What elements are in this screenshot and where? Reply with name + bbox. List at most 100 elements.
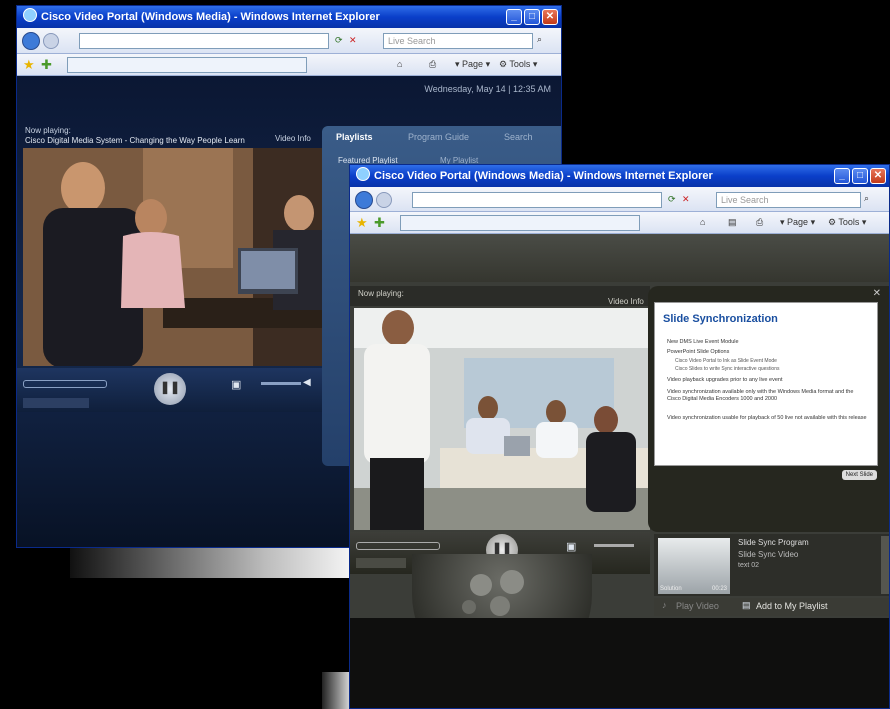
presentation-scene-image <box>354 308 650 530</box>
refresh-icon[interactable]: ⟳ <box>335 35 343 46</box>
print-icon[interactable]: ⎙ <box>756 217 763 228</box>
tools-menu[interactable]: ⚙ Tools ▾ <box>828 217 866 228</box>
related-thumb-time: 00:23 <box>712 586 728 592</box>
add-favorite-icon[interactable]: ✚ <box>374 216 385 229</box>
add-playlist-button[interactable]: Add to My Playlist <box>756 601 828 611</box>
slide-bullet-7: Video synchronization usable for playbac… <box>667 415 867 421</box>
tab-playlists[interactable]: Playlists <box>336 132 373 142</box>
dial-button-3[interactable] <box>490 596 510 616</box>
fullscreen-icon[interactable]: ▣ <box>231 378 241 391</box>
scrollbar[interactable] <box>881 536 889 594</box>
dial-button-1[interactable] <box>470 574 492 596</box>
slide-bullet-5: Video playback upgrades prior to any liv… <box>667 377 783 383</box>
slide-title: Slide Synchronization <box>663 313 778 325</box>
forward-icon[interactable] <box>376 192 392 208</box>
close-icon[interactable]: ✕ <box>870 168 886 184</box>
page-menu[interactable]: ▾ Page ▾ <box>780 217 815 228</box>
page-menu-label: Page <box>787 217 809 227</box>
date-time: Wednesday, May 14 | 12:35 AM <box>424 84 551 94</box>
maximize-icon[interactable]: □ <box>524 9 540 25</box>
slide-bullet-3: Cisco Video Portal to Ink as Slide Event… <box>675 358 777 364</box>
home-icon[interactable]: ⌂ <box>397 59 402 69</box>
video-info-link[interactable]: Video Info <box>608 297 644 306</box>
minimize-icon[interactable]: _ <box>506 9 522 25</box>
print-icon[interactable]: ⎙ <box>429 59 436 70</box>
search-input[interactable]: Live Search <box>716 192 861 208</box>
related-title[interactable]: Slide Sync Program <box>738 538 809 547</box>
maximize-icon[interactable]: □ <box>852 168 868 184</box>
slide-bullet-2: PowerPoint Slide Options <box>667 349 730 355</box>
fullscreen-icon[interactable]: ▣ <box>566 540 576 553</box>
related-actions: ♪ Play Video ▤ Add to My Playlist <box>654 598 889 616</box>
close-icon[interactable]: ✕ <box>542 9 558 25</box>
now-playing-label: Now playing: <box>358 289 404 298</box>
now-playing-label: Now playing: <box>25 126 71 135</box>
slide-bullet-4: Cisco Slides to write Sync interactive q… <box>675 366 780 372</box>
video-info-link[interactable]: Video Info <box>275 134 311 143</box>
front-window-title: Cisco Video Portal (Windows Media) - Win… <box>374 170 713 182</box>
back-nav-bar: ⟳ ✕ Live Search ⌕ <box>17 28 561 54</box>
slide-panel-frame: ✕ Slide Synchronization New DMS Live Eve… <box>648 286 889 532</box>
back-command-bar: ★ ✚ ⌂ ⎙ ▾ Page ▾ ⚙ Tools ▾ <box>17 54 561 76</box>
stop-icon[interactable]: ✕ <box>349 35 357 46</box>
tools-menu[interactable]: ⚙ Tools ▾ <box>499 59 537 70</box>
address-bar[interactable] <box>412 192 662 208</box>
page-menu[interactable]: ▾ Page ▾ <box>455 59 490 70</box>
ie-icon <box>356 167 370 181</box>
page-menu-label: Page <box>462 59 484 69</box>
volume-slider[interactable] <box>594 544 634 547</box>
slide-bullet-6: Video synchronization available only wit… <box>667 389 854 402</box>
back-icon[interactable] <box>22 32 40 50</box>
play-video-button[interactable]: Play Video <box>676 601 719 611</box>
feeds-icon[interactable]: ▤ <box>728 217 737 228</box>
window-reflection <box>70 548 350 578</box>
back-icon[interactable] <box>355 191 373 209</box>
ie-icon <box>23 8 37 22</box>
search-icon[interactable]: ⌕ <box>864 193 869 204</box>
tab-bar[interactable] <box>400 215 640 231</box>
tab-bar[interactable] <box>67 57 307 73</box>
play-video-icon[interactable]: ♪ <box>662 600 667 610</box>
refresh-icon[interactable]: ⟳ <box>668 194 676 205</box>
progress-bar[interactable] <box>23 380 107 388</box>
search-input[interactable]: Live Search <box>383 33 533 49</box>
add-favorite-icon[interactable]: ✚ <box>41 58 52 71</box>
related-thumb-label: Solution <box>660 586 682 592</box>
address-bar[interactable] <box>79 33 329 49</box>
back-title-bar[interactable]: Cisco Video Portal (Windows Media) - Win… <box>17 6 561 28</box>
tab-program-guide[interactable]: Program Guide <box>408 132 469 142</box>
volume-slider[interactable] <box>261 382 301 385</box>
pause-icon: ❚❚ <box>491 541 513 555</box>
front-command-bar: ★ ✚ ⌂ ▤ ⎙ ▾ Page ▾ ⚙ Tools ▾ <box>350 212 889 234</box>
video-frame[interactable] <box>23 148 323 366</box>
home-icon[interactable]: ⌂ <box>700 217 705 227</box>
search-icon[interactable]: ⌕ <box>537 34 542 45</box>
front-title-bar[interactable]: Cisco Video Portal (Windows Media) - Win… <box>350 165 889 187</box>
dial-button-2[interactable] <box>500 570 524 594</box>
stop-icon[interactable]: ✕ <box>682 194 690 205</box>
progress-bar[interactable] <box>356 542 440 550</box>
front-portal-content: Now playing: Video Info ✕ Slide Synchron… <box>350 234 889 708</box>
front-nav-bar: ⟳ ✕ Live Search ⌕ <box>350 187 889 212</box>
favorites-star-icon[interactable]: ★ <box>23 58 35 71</box>
add-playlist-icon[interactable]: ▤ <box>742 600 751 611</box>
favorites-star-icon[interactable]: ★ <box>356 216 368 229</box>
pause-icon: ❚❚ <box>159 380 181 394</box>
video-frame[interactable] <box>354 308 650 530</box>
portal-footer <box>350 618 889 708</box>
close-panel-icon[interactable]: ✕ <box>873 288 881 299</box>
time-display <box>356 558 406 568</box>
time-display <box>23 398 89 408</box>
related-video-panel: Solution 00:23 Slide Sync Program Slide … <box>654 534 889 596</box>
portal-header <box>350 234 889 282</box>
next-slide-button[interactable]: Next Slide <box>841 470 877 480</box>
forward-icon[interactable] <box>43 33 59 49</box>
tab-search[interactable]: Search <box>504 132 533 142</box>
speaker-icon[interactable]: ◀ <box>303 377 311 388</box>
meeting-scene-image <box>23 148 323 366</box>
dial-button-4[interactable] <box>462 600 476 614</box>
related-duration: text 02 <box>738 562 760 569</box>
window-reflection-2 <box>322 672 350 709</box>
minimize-icon[interactable]: _ <box>834 168 850 184</box>
tools-menu-label: Tools <box>509 59 531 69</box>
